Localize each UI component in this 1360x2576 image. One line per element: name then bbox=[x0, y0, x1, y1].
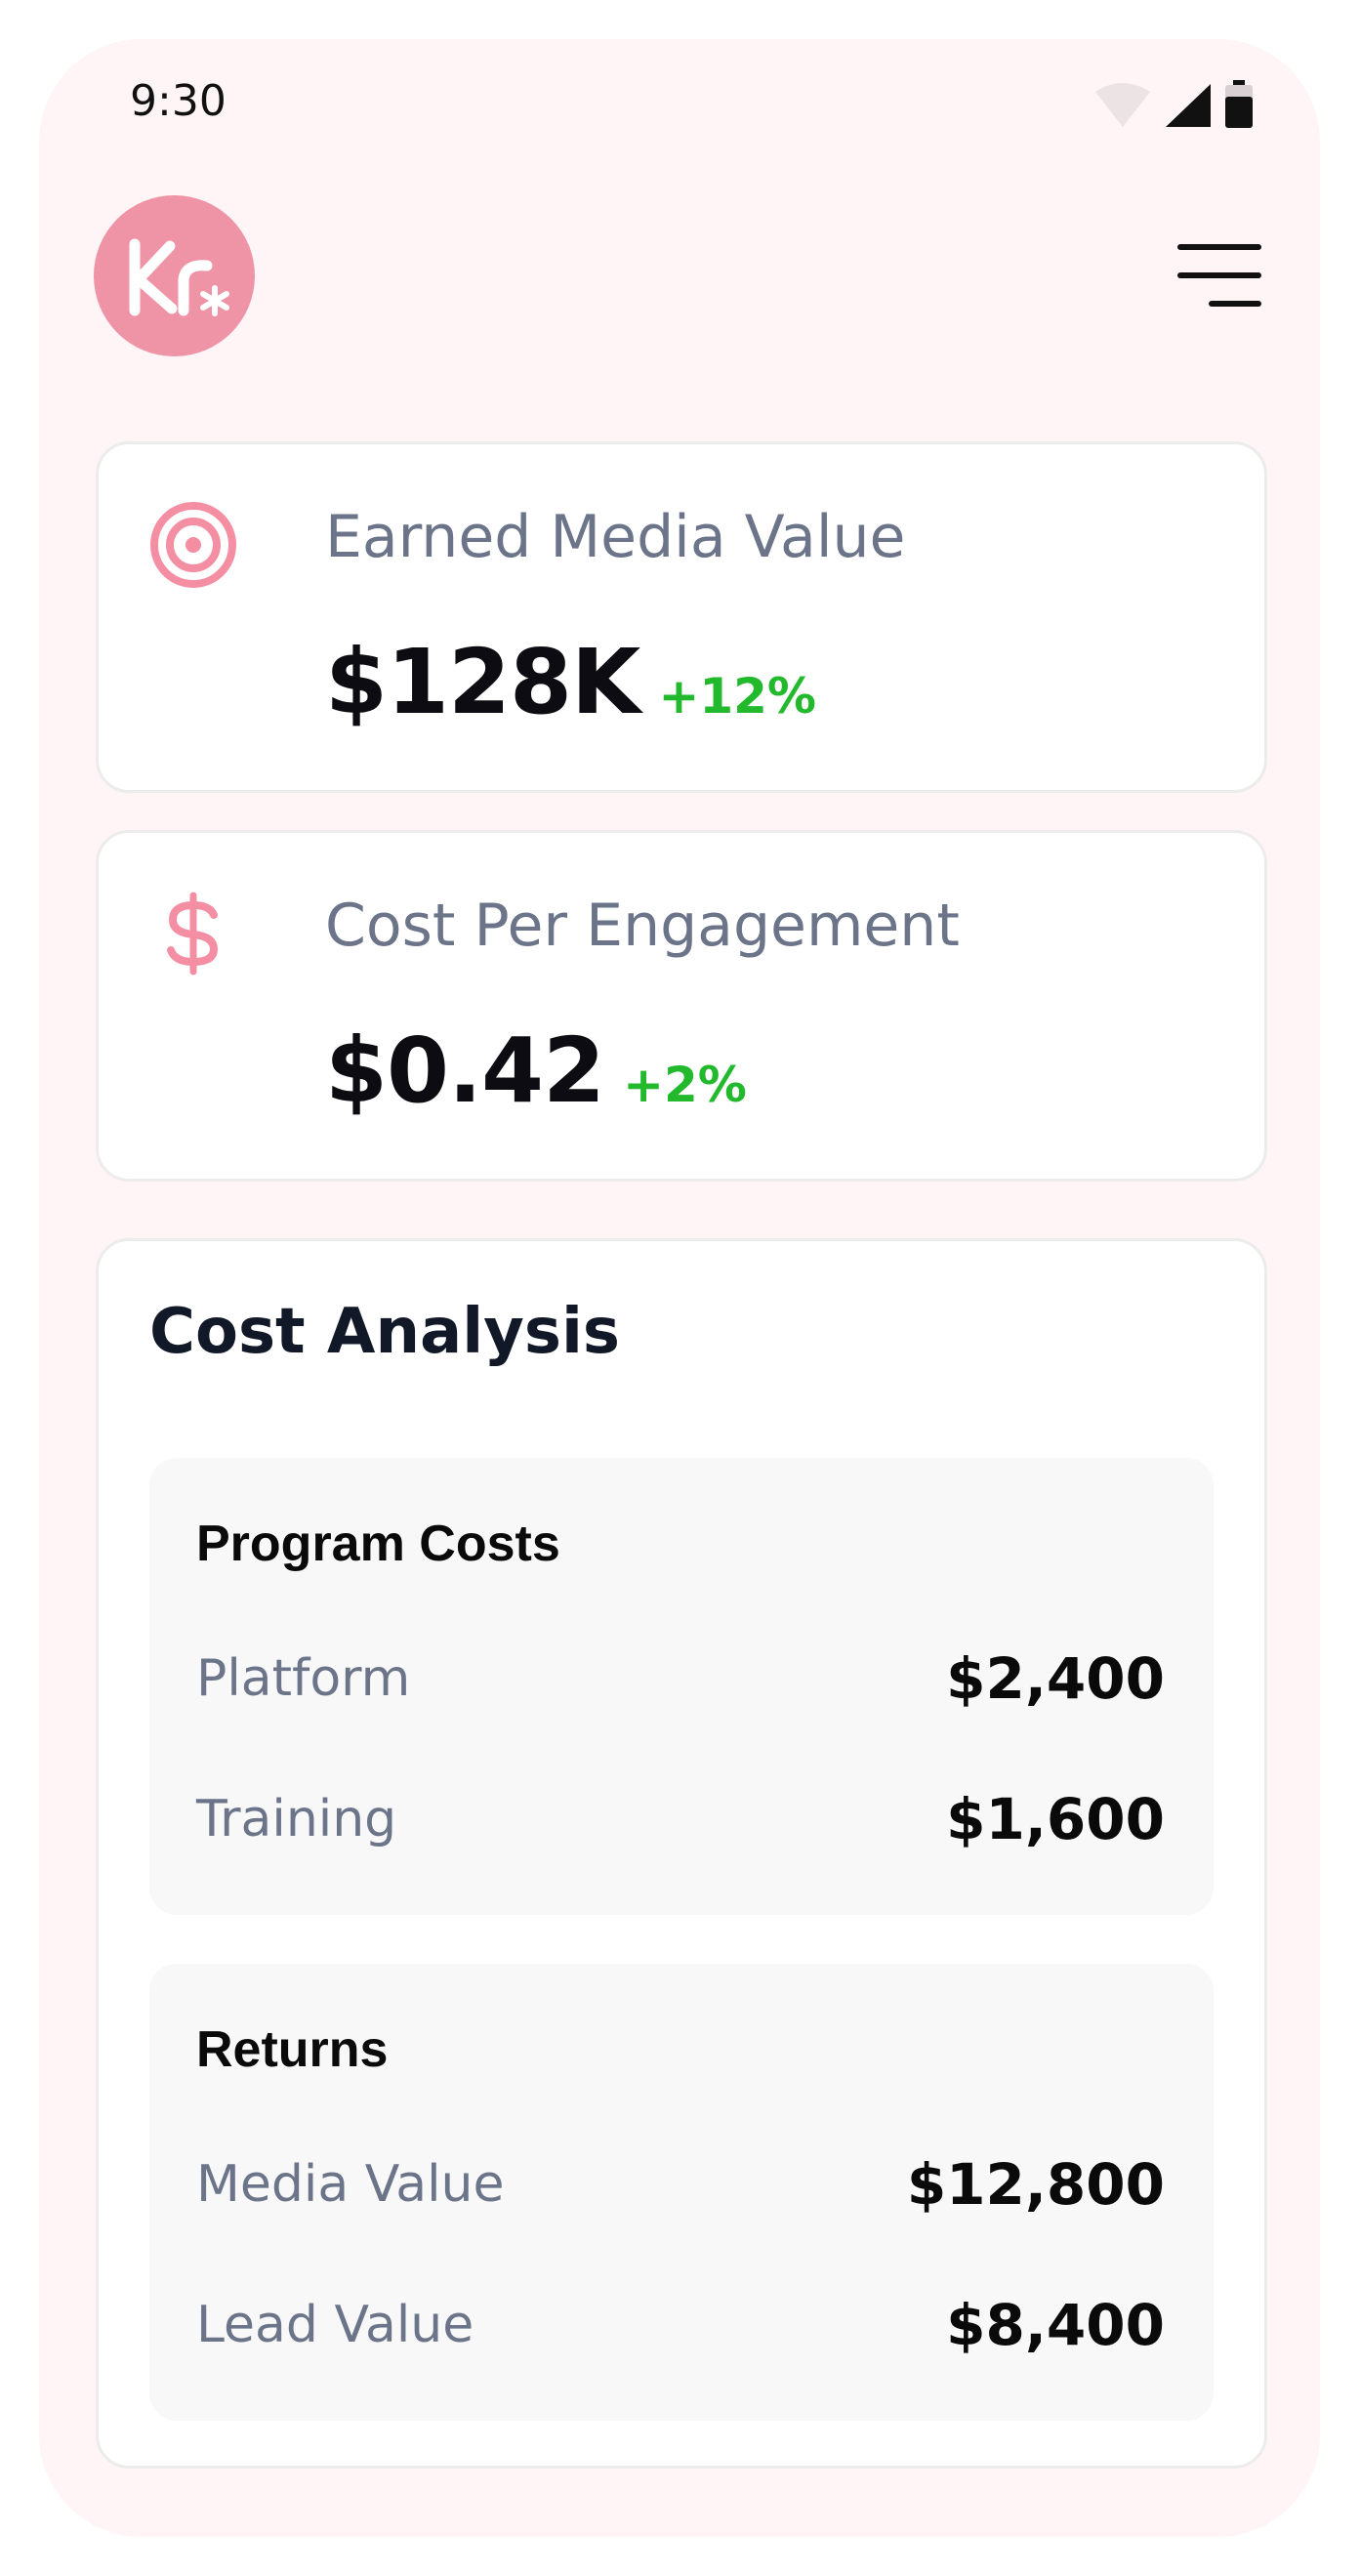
cost-analysis-card: Cost Analysis Program Costs Platform $2,… bbox=[96, 1238, 1267, 2469]
metric-card-earned-media-value[interactable]: Earned Media Value $128K +12% bbox=[96, 441, 1267, 793]
metric-label: Cost Per Engagement bbox=[325, 892, 960, 960]
metric-value-row: $128K +12% bbox=[325, 630, 816, 734]
menu-icon-bar-middle bbox=[1177, 272, 1261, 278]
row-value: $8,400 bbox=[946, 2292, 1165, 2358]
battery-icon bbox=[1225, 80, 1253, 128]
section-title: Program Costs bbox=[196, 1516, 560, 1572]
cost-row-platform: Platform $2,400 bbox=[196, 1645, 1165, 1718]
row-label: Media Value bbox=[196, 2155, 505, 2214]
brand-logo[interactable] bbox=[94, 195, 255, 356]
metric-change-badge: +2% bbox=[623, 1057, 747, 1113]
menu-button[interactable] bbox=[1177, 236, 1261, 314]
metric-card-cost-per-engagement[interactable]: Cost Per Engagement $0.42 +2% bbox=[96, 830, 1267, 1182]
row-label: Platform bbox=[196, 1649, 411, 1708]
status-time: 9:30 bbox=[130, 76, 227, 126]
dollar-icon bbox=[167, 892, 219, 976]
cost-analysis-title: Cost Analysis bbox=[149, 1296, 620, 1368]
target-icon bbox=[150, 502, 236, 588]
status-bar: 9:30 bbox=[39, 39, 1320, 166]
row-value: $2,400 bbox=[946, 1645, 1165, 1712]
metric-value: $128K bbox=[325, 630, 640, 734]
wifi-icon bbox=[1095, 83, 1150, 127]
status-icons bbox=[1093, 80, 1254, 129]
row-value: $12,800 bbox=[906, 2151, 1165, 2218]
row-value: $1,600 bbox=[946, 1786, 1165, 1852]
row-label: Training bbox=[196, 1790, 397, 1849]
metric-value-row: $0.42 +2% bbox=[325, 1018, 747, 1123]
cost-row-training: Training $1,600 bbox=[196, 1786, 1165, 1858]
signal-icon bbox=[1166, 84, 1211, 127]
return-row-media-value: Media Value $12,800 bbox=[196, 2151, 1165, 2223]
asterisk-icon bbox=[200, 285, 229, 316]
logo-mark bbox=[129, 238, 229, 316]
app-header bbox=[39, 195, 1320, 361]
metric-label: Earned Media Value bbox=[325, 503, 906, 571]
return-row-lead-value: Lead Value $8,400 bbox=[196, 2292, 1165, 2364]
row-label: Lead Value bbox=[196, 2296, 474, 2354]
metric-change-badge: +12% bbox=[658, 668, 817, 725]
program-costs-section: Program Costs Platform $2,400 Training $… bbox=[149, 1458, 1214, 1915]
metric-value: $0.42 bbox=[325, 1018, 605, 1123]
menu-icon-bar-top bbox=[1177, 244, 1261, 250]
phone-screen: 9:30 Earned Media Value $128K +12% Cost … bbox=[39, 39, 1320, 2537]
menu-icon-bar-bottom bbox=[1209, 301, 1261, 307]
returns-section: Returns Media Value $12,800 Lead Value $… bbox=[149, 1964, 1214, 2421]
section-title: Returns bbox=[196, 2021, 389, 2078]
